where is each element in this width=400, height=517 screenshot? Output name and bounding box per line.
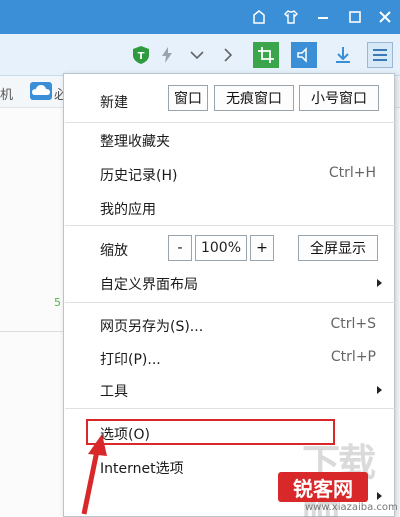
shirt-icon[interactable] [280, 7, 302, 27]
menu-item-print[interactable]: 打印(P)... [100, 349, 161, 369]
zoom-value: 100% [195, 235, 247, 261]
page-text: 5 [54, 296, 61, 309]
menu-item-internet-options[interactable]: Internet选项 [100, 458, 184, 478]
separator [65, 122, 395, 123]
new-window-button[interactable]: 窗口 [168, 85, 208, 111]
print-shortcut: Ctrl+P [330, 349, 376, 365]
zoom-out-button[interactable]: - [168, 235, 192, 261]
restore-icon[interactable] [344, 7, 366, 27]
chevron-down-icon[interactable] [184, 42, 210, 68]
submenu-arrow-icon [377, 279, 382, 287]
small-window-button[interactable]: 小号窗口 [299, 85, 379, 111]
menu-item-my-apps[interactable]: 我的应用 [100, 199, 156, 219]
zoom-in-button[interactable]: + [250, 235, 274, 261]
incognito-window-button[interactable]: 无痕窗口 [214, 85, 294, 111]
minimize-icon[interactable] [312, 7, 334, 27]
pointer-arrow-icon [81, 434, 107, 515]
toolbar: T [0, 34, 400, 76]
lightning-icon[interactable] [154, 42, 180, 68]
separator [65, 302, 395, 303]
close-icon[interactable] [374, 7, 396, 27]
new-label: 新建 [100, 95, 128, 111]
menu-icon[interactable] [367, 42, 393, 68]
page-divider [0, 331, 65, 332]
watermark-badge: 锐客网 [278, 472, 368, 502]
menu-item-custom-layout[interactable]: 自定义界面布局 [100, 274, 198, 294]
title-bar [0, 0, 400, 34]
shield-icon[interactable]: T [128, 42, 154, 68]
fullscreen-button[interactable]: 全屏显示 [298, 235, 378, 261]
watermark-url: www.xiazaiba.com [305, 502, 398, 513]
menu-item-tools[interactable]: 工具 [100, 381, 128, 401]
chevron-right-icon[interactable] [215, 42, 241, 68]
crop-icon[interactable] [253, 42, 279, 68]
separator [65, 408, 395, 409]
zoom-label: 缩放 [100, 243, 128, 259]
save-shortcut: Ctrl+S [330, 316, 376, 332]
svg-text:T: T [138, 51, 145, 62]
skin-icon[interactable] [248, 7, 270, 27]
cloud-icon[interactable] [30, 82, 52, 100]
separator [65, 225, 395, 226]
menu-item-save-as[interactable]: 网页另存为(S)... [100, 316, 203, 336]
bookmark-label[interactable]: 机 [0, 84, 13, 103]
menu-item-history[interactable]: 历史记录(H) [100, 165, 177, 185]
history-shortcut: Ctrl+H [328, 165, 376, 181]
sound-icon[interactable] [291, 42, 317, 68]
download-icon[interactable] [330, 42, 356, 68]
menu-item-organize-favorites[interactable]: 整理收藏夹 [100, 131, 170, 151]
submenu-arrow-icon [377, 386, 382, 394]
options-highlight [86, 419, 335, 445]
